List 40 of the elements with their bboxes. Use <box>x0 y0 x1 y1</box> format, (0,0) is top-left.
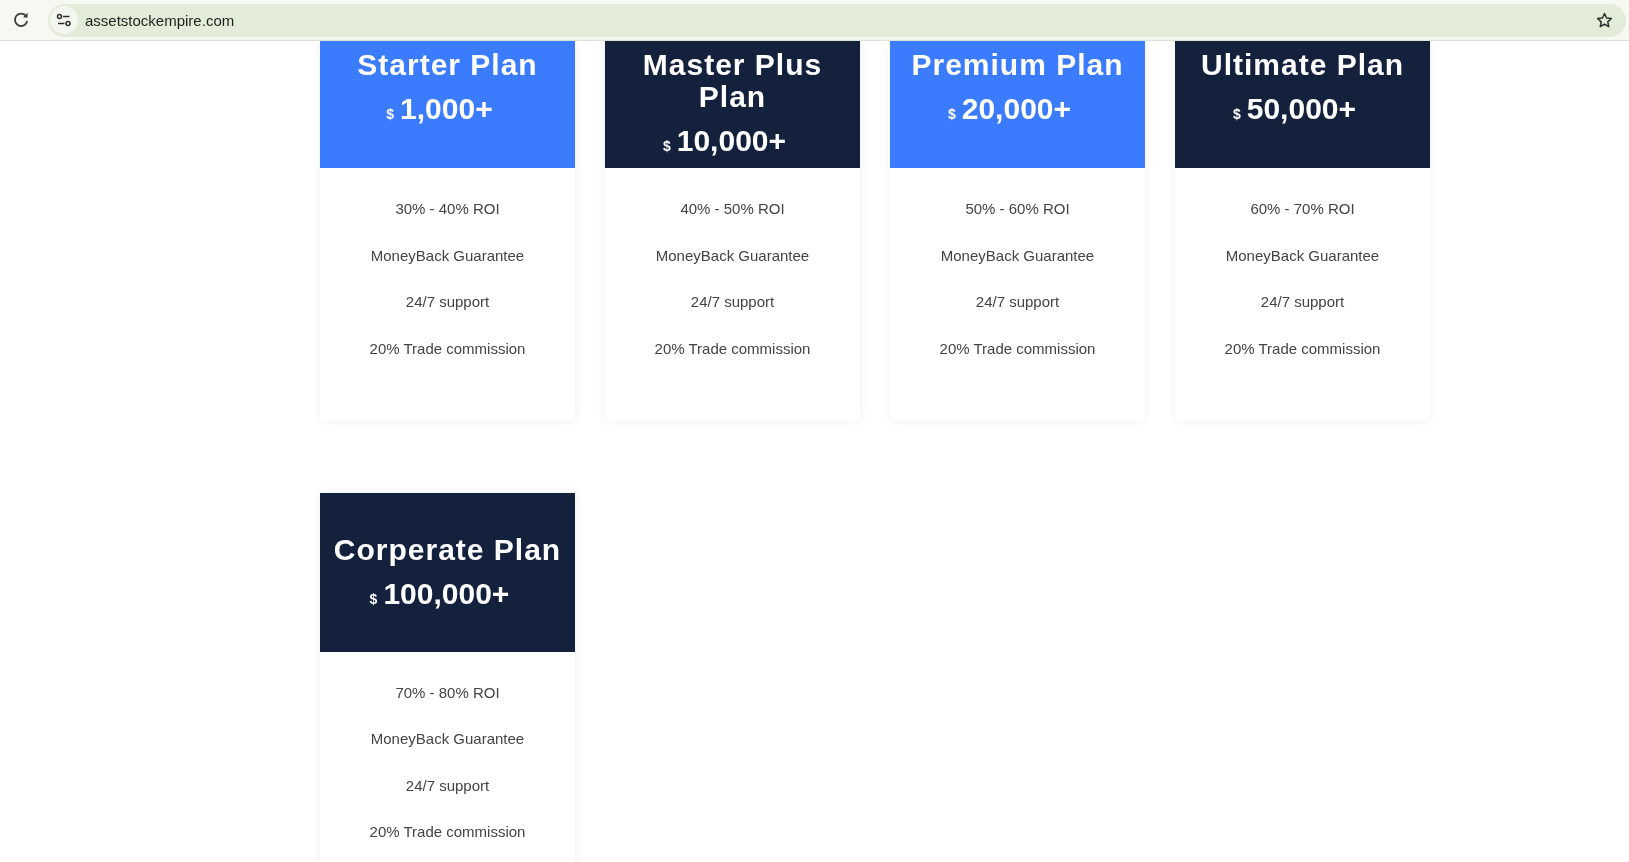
plan-feature: 24/7 support <box>405 775 490 796</box>
plan-price: 50,000+ <box>1246 91 1357 127</box>
plan-feature: MoneyBack Guarantee <box>370 245 525 266</box>
currency-symbol: $ <box>947 105 956 124</box>
plan-feature: 70% - 80% ROI <box>395 682 500 703</box>
plan-feature: MoneyBack Guarantee <box>370 729 525 749</box>
currency-symbol: $ <box>1232 105 1241 124</box>
plan-title: Premium Plan <box>910 49 1125 81</box>
plan-feature: MoneyBack Guarantee <box>655 245 810 266</box>
currency-symbol: $ <box>662 137 671 156</box>
plan-feature: 20% Trade commission <box>939 338 1096 359</box>
plan-feature: MoneyBack Guarantee <box>1225 245 1380 266</box>
plan-title: Ultimate Plan <box>1199 49 1406 81</box>
sliders-icon[interactable] <box>50 6 78 34</box>
url-text[interactable]: assetstockempire.com <box>85 11 235 29</box>
plan-price: 20,000+ <box>961 91 1072 127</box>
plan-title: Starter Plan <box>356 49 539 81</box>
plan-price: 1,000+ <box>400 91 493 127</box>
plan-feature: 30% - 40% ROI <box>395 199 500 219</box>
plan-feature: 60% - 70% ROI <box>1250 199 1355 219</box>
plan-feature: 24/7 support <box>690 292 775 312</box>
plan-price: 100,000+ <box>383 575 510 612</box>
currency-symbol: $ <box>386 105 395 124</box>
plan-feature: 24/7 support <box>1260 292 1345 312</box>
plan-title: Corperate Plan <box>332 533 563 566</box>
plan-feature: 40% - 50% ROI <box>680 199 785 219</box>
plan-feature: 20% Trade commission <box>1224 338 1381 359</box>
star-icon[interactable] <box>1596 11 1613 29</box>
plan-feature: 24/7 support <box>405 292 490 312</box>
plan-title: Master Plus Plan <box>641 49 824 113</box>
plan-feature: 20% Trade commission <box>369 822 526 842</box>
address-bar[interactable]: assetstockempire.com <box>48 3 1626 37</box>
plan-feature: 20% Trade commission <box>654 338 811 359</box>
currency-symbol: $ <box>369 589 378 609</box>
plan-feature: MoneyBack Guarantee <box>940 245 1095 266</box>
plan-feature: 24/7 support <box>975 292 1060 312</box>
plan-feature: 20% Trade commission <box>369 338 526 359</box>
plan-price: 10,000+ <box>676 123 787 159</box>
refresh-icon[interactable] <box>12 11 30 29</box>
plan-feature: 50% - 60% ROI <box>965 199 1070 219</box>
